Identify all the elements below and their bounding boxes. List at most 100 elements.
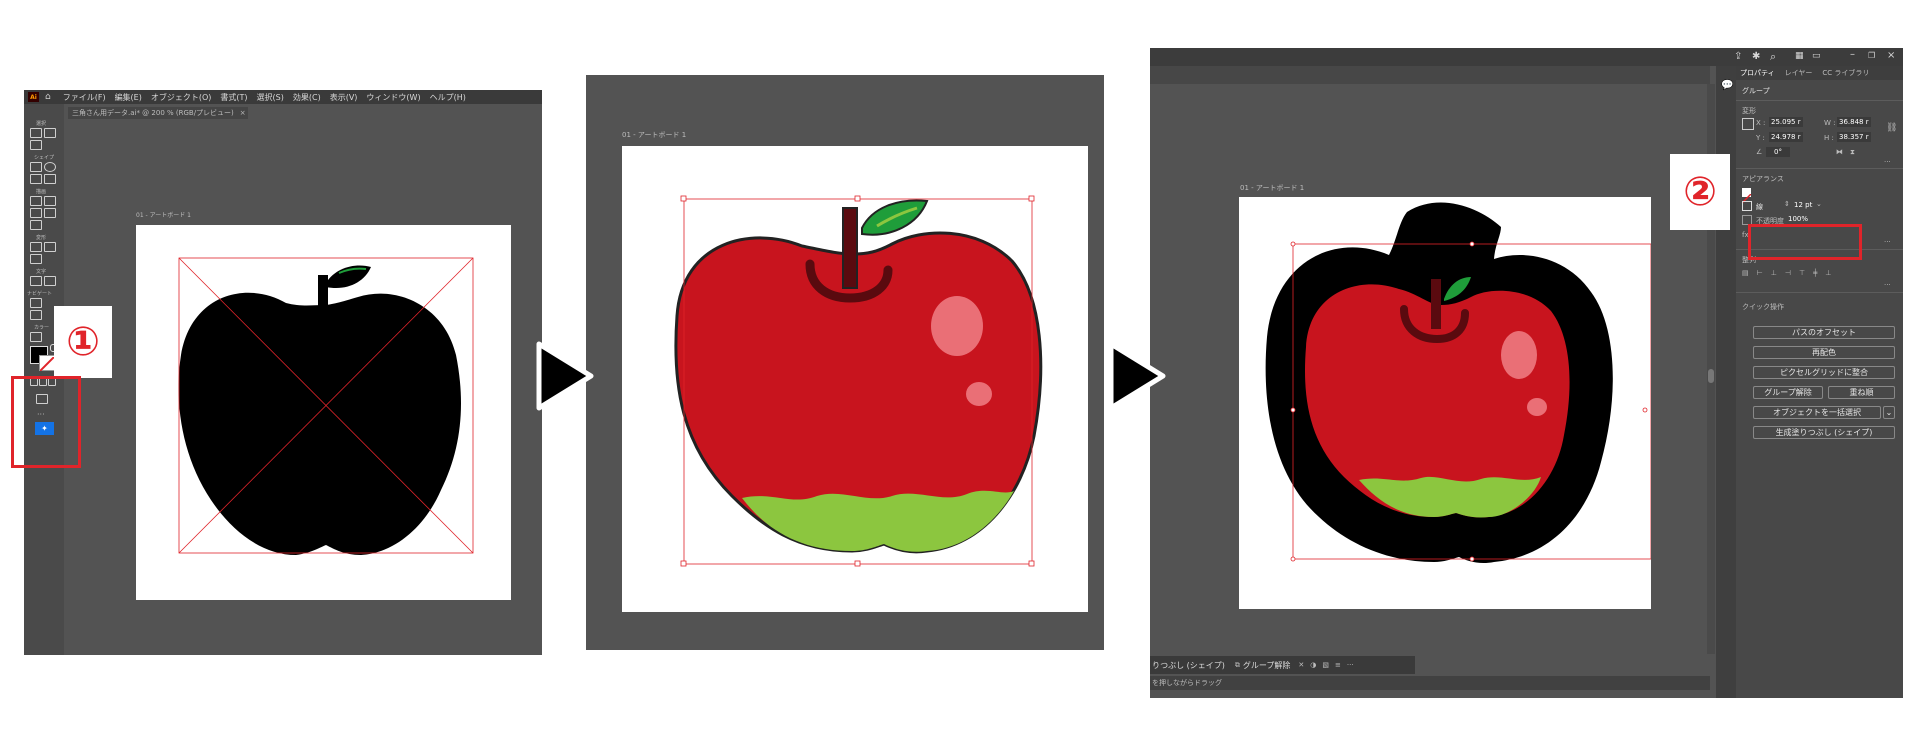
selection-tool[interactable] (30, 128, 42, 138)
close-window-icon[interactable]: × (1887, 50, 1895, 61)
more-options-icon[interactable]: ··· (1884, 281, 1891, 289)
share-icon[interactable]: ⇪ (1734, 51, 1742, 62)
ungroup-context-button[interactable]: グループ解除 (1243, 660, 1291, 671)
rectangle-tool[interactable] (30, 162, 42, 172)
hand-tool[interactable] (30, 310, 42, 320)
pencil-tool[interactable] (30, 196, 42, 206)
minimize-icon[interactable]: – (1850, 49, 1855, 60)
align-to-icon[interactable]: ▤ (1742, 269, 1749, 277)
apple-highlight-small (966, 382, 992, 406)
menu-view[interactable]: 表示(V) (330, 92, 358, 103)
stroke-weight-field[interactable]: 12 pt (1794, 201, 1812, 209)
w-field[interactable]: 36.848 r (1837, 117, 1871, 127)
artboard (1239, 197, 1652, 609)
apple-with-thick-stroke (1265, 202, 1652, 564)
recolor-button[interactable]: 再配色 (1753, 346, 1895, 359)
home-icon[interactable]: ⌂ (45, 92, 51, 102)
h-field[interactable]: 38.357 r (1837, 132, 1871, 142)
divider (1736, 292, 1903, 293)
x-field[interactable]: 25.095 r (1769, 117, 1803, 127)
menu-select[interactable]: 選択(S) (257, 92, 284, 103)
curvature-tool[interactable] (30, 220, 42, 230)
arrange-documents-icon[interactable]: ▦ (1795, 51, 1804, 61)
apple-highlight-large (1501, 331, 1537, 379)
arrange-button[interactable]: 重ね順 (1828, 386, 1895, 399)
more-icon[interactable]: ··· (1347, 661, 1354, 669)
apple-stem (842, 207, 858, 289)
eyedropper-tool[interactable] (30, 332, 42, 342)
align-center-icon[interactable]: ⊥ (1771, 269, 1777, 277)
search-icon[interactable]: ⌕ (1770, 50, 1776, 64)
align-left-icon[interactable]: ⊢ (1757, 269, 1763, 277)
fill-swatch[interactable] (1741, 188, 1752, 204)
none-color-icon[interactable]: ▧ (1322, 661, 1329, 669)
learn-icon[interactable]: ✱ (1752, 51, 1760, 62)
workspace-icon[interactable]: ▭ (1812, 51, 1821, 61)
menu-object[interactable]: オブジェクト(O) (151, 92, 212, 103)
next-arrow-icon (536, 341, 594, 411)
reference-point-icon[interactable] (1742, 118, 1754, 130)
zoom-tool[interactable] (30, 298, 42, 308)
type-tool[interactable] (30, 276, 42, 286)
more-options-icon[interactable]: ··· (1884, 238, 1891, 246)
flip-vertical-icon[interactable]: ⧗ (1850, 148, 1855, 157)
generative-fill-shape-button[interactable]: りつぶし (シェイプ) (1152, 660, 1225, 671)
menu-file[interactable]: ファイル(F) (63, 92, 106, 103)
ungroup-button[interactable]: グループ解除 (1753, 386, 1823, 399)
menu-edit[interactable]: 編集(E) (115, 92, 142, 103)
menu-icon[interactable]: ≡ (1335, 661, 1341, 669)
illustrator-window-3: ⇪ ✱ ⌕ ▦ ▭ – ❐ × 💬 プロパティ レイヤー CC ライブラリ グル… (1150, 48, 1903, 698)
offset-path-button[interactable]: パスのオフセット (1753, 326, 1895, 339)
pixel-grid-align-button[interactable]: ピクセルグリッドに整合 (1753, 366, 1895, 379)
tab-properties[interactable]: プロパティ (1740, 68, 1775, 78)
stroke-stepper-icon[interactable]: ⇕ (1784, 200, 1790, 208)
select-same-button[interactable]: オブジェクトを一括選択 (1753, 406, 1881, 419)
more-options-icon[interactable]: ··· (1884, 158, 1891, 166)
pen-tool[interactable] (44, 208, 56, 218)
restore-icon[interactable]: ❐ (1868, 51, 1875, 60)
opacity-field[interactable]: 100% (1788, 215, 1808, 223)
select-same-dropdown[interactable]: ⌄ (1883, 406, 1895, 419)
document-tab-close[interactable]: × (240, 109, 246, 117)
document-tab-bar (1150, 66, 1710, 84)
generative-shape-fill-button[interactable]: 生成塗りつぶし (シェイプ) (1753, 426, 1895, 439)
align-right-icon[interactable]: ⊣ (1785, 269, 1791, 277)
step-one-callout: ① (54, 306, 112, 378)
y-field[interactable]: 24.978 r (1769, 132, 1803, 142)
menu-type[interactable]: 書式(T) (220, 92, 247, 103)
ellipse-tool[interactable] (44, 162, 56, 172)
align-top-icon[interactable]: ⊤ (1799, 269, 1805, 277)
link-proportions-icon[interactable]: ⛓ (1886, 123, 1897, 133)
flip-horizontal-icon[interactable]: ⧓ (1836, 148, 1843, 156)
brush-tool[interactable] (30, 208, 42, 218)
tab-cc-libraries[interactable]: CC ライブラリ (1822, 68, 1869, 78)
align-middle-icon[interactable]: ╪ (1813, 269, 1817, 277)
rotate-tool[interactable] (30, 242, 42, 252)
align-buttons: ▤ ⊢ ⊥ ⊣ ⊤ ╪ ⊥ (1742, 269, 1831, 277)
align-bottom-icon[interactable]: ⊥ (1825, 269, 1831, 277)
menu-effect[interactable]: 効果(C) (293, 92, 321, 103)
reflect-tool[interactable] (44, 242, 56, 252)
direct-selection-tool[interactable] (44, 128, 56, 138)
polygon-tool[interactable] (30, 174, 42, 184)
menu-help[interactable]: ヘルプ(H) (430, 92, 466, 103)
magic-wand-tool[interactable] (30, 140, 42, 150)
recolor-icon[interactable]: ◑ (1310, 661, 1316, 669)
rotate-field[interactable]: 0° (1766, 147, 1790, 157)
comments-icon[interactable]: 💬 (1721, 80, 1733, 91)
tab-layers[interactable]: レイヤー (1785, 68, 1813, 78)
scale-tool[interactable] (30, 254, 42, 264)
tool-group-select: 選択 (36, 121, 47, 127)
shaper-tool[interactable] (44, 174, 56, 184)
touch-type-tool[interactable] (44, 276, 56, 286)
menu-window[interactable]: ウィンドウ(W) (366, 92, 420, 103)
artboard (136, 225, 511, 600)
close-icon[interactable]: ✕ (1298, 661, 1304, 669)
stroke-swatch-icon[interactable] (1742, 201, 1752, 211)
step-two-callout: ② (1670, 154, 1730, 230)
apple-stem (318, 275, 328, 307)
document-tab[interactable]: 三角さん用データ.ai* @ 200 % (RGB/プレビュー) × (68, 107, 248, 119)
stroke-weight-dropdown-icon[interactable]: ⌄ (1816, 200, 1822, 208)
eraser-tool[interactable] (44, 196, 56, 206)
stroke-swatch[interactable] (39, 355, 55, 372)
